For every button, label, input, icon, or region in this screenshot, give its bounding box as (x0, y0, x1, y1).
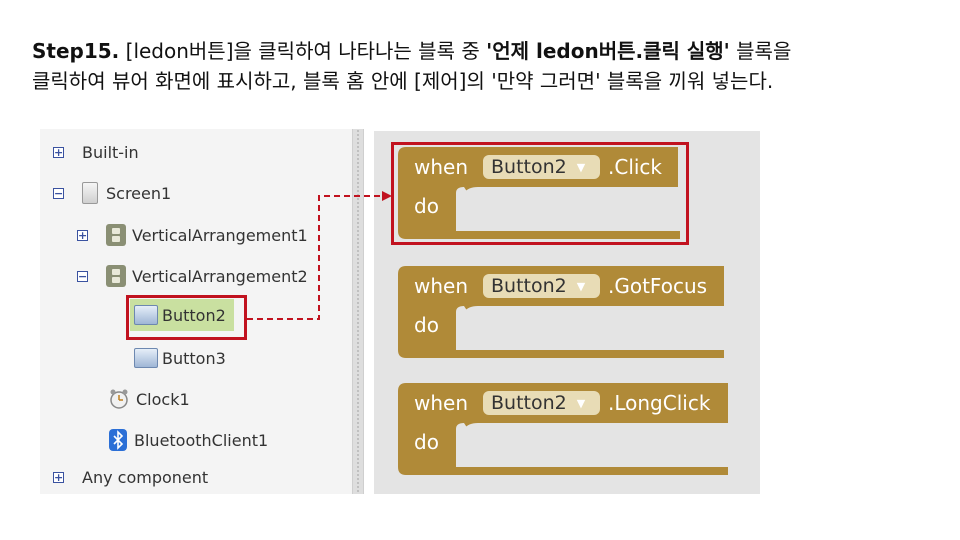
connector-arrow (247, 191, 392, 320)
